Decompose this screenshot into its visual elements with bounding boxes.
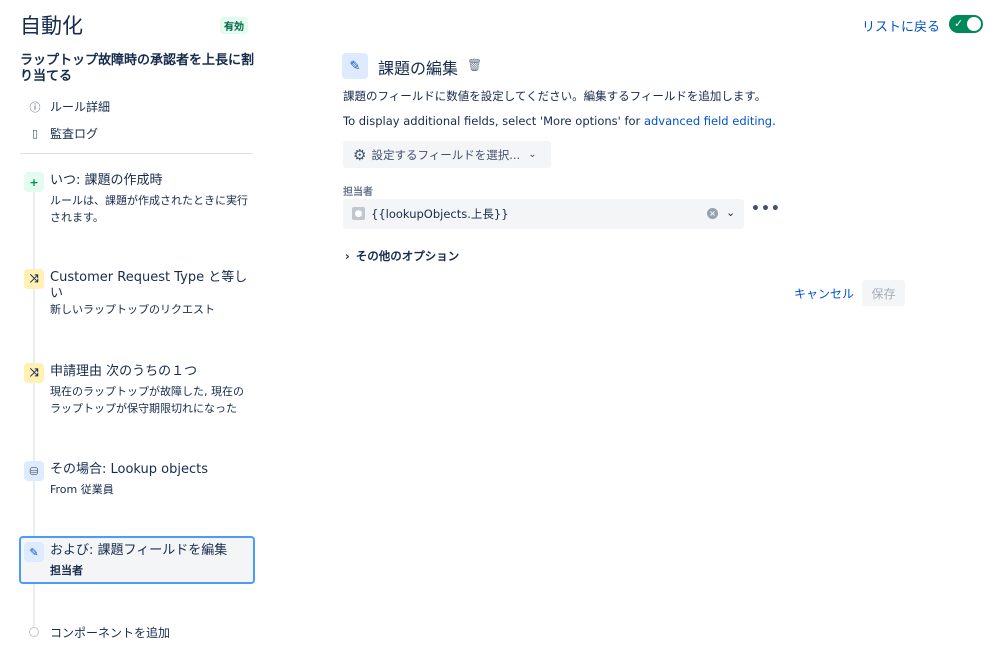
pencil-icon: ✎: [24, 542, 44, 562]
step-description: 新しいラップトップのリクエスト: [50, 303, 215, 316]
sidebar-item-rule-details[interactable]: ⓘ ルール詳細: [28, 98, 111, 115]
info-suffix: .: [772, 114, 776, 128]
rule-step-action-edit-fields[interactable]: ✎ および: 課題フィールドを編集 担当者: [24, 542, 256, 580]
sidebar-divider: [20, 153, 253, 154]
more-options-toggle[interactable]: › その他のオプション: [345, 248, 459, 264]
step-description: 現在のラップトップが故障した, 現在のラップトップが保守期限切れになった: [50, 385, 244, 415]
sidebar-item-audit-log[interactable]: ▯ 監査ログ: [28, 125, 98, 142]
gear-icon: ⚙: [353, 145, 367, 164]
info-text: To display additional fields, select 'Mo…: [343, 114, 644, 128]
more-actions-icon[interactable]: •••: [751, 201, 781, 217]
rule-name: ラップトップ故障時の承認者を上長に割り当てる: [20, 53, 255, 84]
chevron-down-icon: ⌄: [528, 149, 537, 160]
chevron-right-icon: ›: [345, 249, 350, 263]
sidebar-item-label: ルール詳細: [50, 100, 111, 114]
step-description: ルールは、課題が作成されたときに実行されます。: [50, 194, 248, 224]
rule-enabled-toggle[interactable]: ✓: [949, 15, 983, 33]
advanced-fields-info: To display additional fields, select 'Mo…: [343, 114, 776, 128]
user-avatar-icon: ●: [352, 207, 365, 220]
sidebar-item-label: 監査ログ: [50, 127, 99, 141]
rule-step-branch-lookup[interactable]: ⛁ その場合: Lookup objects From 従業員: [24, 461, 256, 499]
check-icon: ✓: [954, 17, 964, 30]
page-title: 自動化: [20, 14, 83, 38]
save-button[interactable]: 保存: [862, 280, 905, 306]
panel-description: 課題のフィールドに数値を設定してください。編集するフィールドを追加します。: [343, 89, 767, 103]
rule-step-condition-request-type[interactable]: ⤨ Customer Request Type と等しい 新しいラップトップのリ…: [24, 269, 256, 321]
shuffle-icon: ⤨: [24, 269, 44, 289]
advanced-field-editing-link[interactable]: advanced field editing: [644, 114, 772, 128]
assignee-value: {{lookupObjects.上長}}: [371, 207, 509, 221]
step-title: Customer Request Type と等しい: [50, 270, 248, 301]
document-icon: ▯: [31, 127, 39, 140]
rule-step-trigger[interactable]: + いつ: 課題の作成時 ルールは、課題が作成されたときに実行されます。: [24, 172, 256, 228]
toggle-knob: [967, 17, 981, 31]
pencil-icon: ✎: [342, 53, 368, 79]
field-select-label: 設定するフィールドを選択...: [371, 147, 521, 162]
back-to-list-link[interactable]: リストに戻る: [862, 16, 940, 35]
cancel-button[interactable]: キャンセル: [788, 281, 860, 305]
step-title: いつ: 課題の作成時: [50, 173, 163, 188]
status-badge: 有効: [220, 17, 248, 34]
add-component-button[interactable]: コンポーネントを追加: [50, 624, 170, 641]
assignee-select[interactable]: ● {{lookupObjects.上長}} × ⌄: [343, 199, 744, 229]
plus-icon: +: [24, 172, 44, 192]
step-title: および: 課題フィールドを編集: [50, 543, 228, 558]
step-description: 担当者: [50, 564, 83, 577]
step-title: 申請理由 次のうちの１つ: [50, 364, 198, 379]
add-component-dot: [29, 627, 39, 637]
rule-step-condition-reason[interactable]: ⤨ 申請理由 次のうちの１つ 現在のラップトップが故障した, 現在のラップトップ…: [24, 363, 256, 419]
more-options-label: その他のオプション: [355, 249, 460, 263]
shuffle-icon: ⤨: [24, 363, 44, 383]
chevron-down-icon[interactable]: ⌄: [726, 206, 735, 219]
clear-icon[interactable]: ×: [707, 208, 718, 219]
info-icon: ⓘ: [29, 100, 41, 114]
panel-title: 課題の編集: [378, 59, 459, 78]
trash-icon[interactable]: 🗑: [467, 58, 482, 72]
assignee-label: 担当者: [343, 187, 373, 198]
database-icon: ⛁: [24, 461, 44, 481]
field-select-dropdown[interactable]: ⚙ 設定するフィールドを選択... ⌄: [343, 141, 551, 168]
step-description: From 従業員: [50, 483, 114, 496]
step-title: その場合: Lookup objects: [50, 462, 209, 477]
